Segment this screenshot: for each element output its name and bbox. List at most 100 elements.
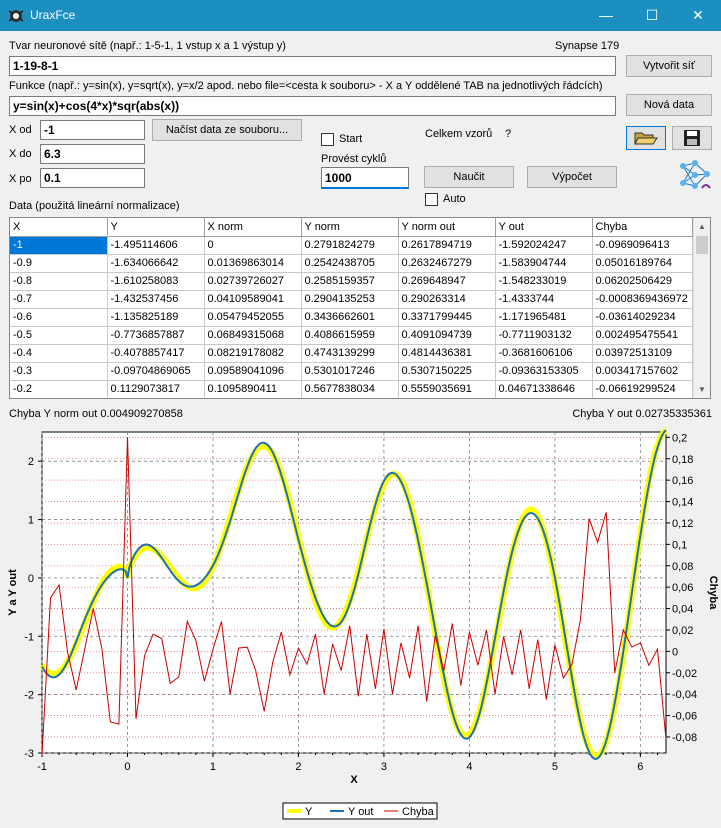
table-cell[interactable]: -0.8 — [10, 272, 108, 291]
table-cell[interactable]: 0.08219178082 — [204, 344, 302, 363]
table-scrollbar[interactable]: ▲ ▼ — [693, 218, 710, 398]
column-header[interactable]: Chyba — [592, 218, 693, 237]
save-file-button[interactable] — [672, 126, 712, 150]
learn-button[interactable]: Naučit — [424, 166, 514, 188]
table-cell[interactable]: -1.592024247 — [495, 236, 593, 255]
table-cell[interactable]: -1.432537456 — [107, 290, 205, 309]
table-cell[interactable]: 0.002495475541 — [592, 326, 693, 345]
column-header[interactable]: Y — [107, 218, 205, 237]
data-grid[interactable]: XYX norm Y norm Y norm out Y out Chyba -1 -1.… — [9, 217, 711, 399]
cycles-input[interactable]: 1000 — [321, 167, 409, 189]
scroll-up-icon[interactable]: ▲ — [694, 218, 710, 235]
table-cell[interactable]: 0.4091094739 — [398, 326, 496, 345]
table-cell[interactable]: -0.2 — [10, 380, 108, 398]
table-cell[interactable]: 0.3436662601 — [301, 308, 399, 327]
start-checkbox[interactable] — [321, 133, 334, 146]
create-network-button[interactable]: Vytvořit síť — [626, 55, 712, 77]
table-cell[interactable]: -1 — [10, 236, 108, 255]
minimize-button[interactable]: — — [583, 0, 629, 31]
topology-input[interactable]: 1-19-8-1 — [9, 56, 616, 76]
table-row[interactable]: -0.3 -0.09704869065 0.09589041096 0.5301017… — [10, 362, 693, 381]
maximize-button[interactable]: ☐ — [629, 0, 675, 31]
table-cell[interactable]: 0.02739726027 — [204, 272, 302, 291]
table-cell[interactable]: 0.2585159357 — [301, 272, 399, 291]
column-header[interactable]: Y out — [495, 218, 593, 237]
table-cell[interactable]: 0.2617894719 — [398, 236, 496, 255]
load-data-button[interactable]: Načíst data ze souboru... — [152, 119, 302, 141]
auto-checkbox[interactable] — [425, 193, 438, 206]
table-cell[interactable]: -1.634066642 — [107, 254, 205, 273]
table-cell[interactable]: 0.5307150225 — [398, 362, 496, 381]
table-row[interactable]: -0.4 -0.4078857417 0.08219178082 0.47431392… — [10, 344, 693, 363]
x-to-input[interactable]: 6.3 — [40, 144, 145, 164]
table-row[interactable]: -0.9 -1.634066642 0.01369863014 0.254243870… — [10, 254, 693, 273]
table-cell[interactable]: -0.7736857887 — [107, 326, 205, 345]
table-cell[interactable]: 0.1129073817 — [107, 380, 205, 398]
table-cell[interactable]: -1.171965481 — [495, 308, 593, 327]
table-cell[interactable]: 0.003417157602 — [592, 362, 693, 381]
x-step-input[interactable]: 0.1 — [40, 168, 145, 188]
table-cell[interactable]: 0.04671338646 — [495, 380, 593, 398]
scroll-thumb[interactable] — [696, 236, 708, 254]
table-cell[interactable]: 0.03972513109 — [592, 344, 693, 363]
table-cell[interactable]: -1.583904744 — [495, 254, 593, 273]
table-cell[interactable]: -0.3 — [10, 362, 108, 381]
table-row[interactable]: -0.5 -0.7736857887 0.06849315068 0.40866159… — [10, 326, 693, 345]
table-cell[interactable]: -0.7 — [10, 290, 108, 309]
table-cell[interactable]: 0.3371799445 — [398, 308, 496, 327]
table-row[interactable]: -0.8 -1.610258083 0.02739726027 0.258515935… — [10, 272, 693, 291]
table-cell[interactable]: 0.06849315068 — [204, 326, 302, 345]
table-cell[interactable]: 0.4086615959 — [301, 326, 399, 345]
table-cell[interactable]: -1.610258083 — [107, 272, 205, 291]
table-cell[interactable]: 0.2632467279 — [398, 254, 496, 273]
table-cell[interactable]: -0.0008369436972 — [592, 290, 693, 309]
table-row[interactable]: -1 -1.495114606 0 0.2791824279 0.2617894719-… — [10, 236, 693, 255]
table-cell[interactable]: 0 — [204, 236, 302, 255]
table-cell[interactable]: 0.290263314 — [398, 290, 496, 309]
open-file-button[interactable] — [626, 126, 666, 150]
table-cell[interactable]: -0.5 — [10, 326, 108, 345]
column-header[interactable]: Y norm — [301, 218, 399, 237]
table-cell[interactable]: 0.09589041096 — [204, 362, 302, 381]
table-cell[interactable]: -1.135825189 — [107, 308, 205, 327]
table-cell[interactable]: -0.06619299524 — [592, 380, 693, 398]
table-cell[interactable]: -0.9 — [10, 254, 108, 273]
new-data-button[interactable]: Nová data — [626, 94, 712, 116]
table-row[interactable]: -0.6 -1.135825189 0.05479452055 0.343666260… — [10, 308, 693, 327]
table-cell[interactable]: -0.7711903132 — [495, 326, 593, 345]
table-cell[interactable]: -0.4 — [10, 344, 108, 363]
table-cell[interactable]: -0.09704869065 — [107, 362, 205, 381]
table-cell[interactable]: 0.05016189764 — [592, 254, 693, 273]
table-cell[interactable]: 0.2542438705 — [301, 254, 399, 273]
column-header[interactable]: X — [10, 218, 108, 237]
table-cell[interactable]: 0.2904135253 — [301, 290, 399, 309]
table-cell[interactable]: 0.5559035691 — [398, 380, 496, 398]
table-cell[interactable]: 0.1095890411 — [204, 380, 302, 398]
scroll-down-icon[interactable]: ▼ — [694, 381, 710, 398]
table-cell[interactable]: 0.4743139299 — [301, 344, 399, 363]
table-cell[interactable]: -0.3681606106 — [495, 344, 593, 363]
column-header[interactable]: X norm — [204, 218, 302, 237]
compute-button[interactable]: Výpočet — [527, 166, 617, 188]
table-cell[interactable]: -0.4078857417 — [107, 344, 205, 363]
table-cell[interactable]: 0.5301017246 — [301, 362, 399, 381]
table-cell[interactable]: 0.5677838034 — [301, 380, 399, 398]
close-button[interactable]: ✕ — [675, 0, 721, 31]
x-from-input[interactable]: -1 — [40, 120, 145, 140]
table-cell[interactable]: 0.269648947 — [398, 272, 496, 291]
table-cell[interactable]: 0.2791824279 — [301, 236, 399, 255]
function-input[interactable]: y=sin(x)+cos(4*x)*sqr(abs(x)) — [9, 96, 616, 116]
table-cell[interactable]: -0.09363153305 — [495, 362, 593, 381]
table-row[interactable]: -0.7 -1.432537456 0.04109589041 0.290413525… — [10, 290, 693, 309]
table-cell[interactable]: -1.548233019 — [495, 272, 593, 291]
table-cell[interactable]: 0.01369863014 — [204, 254, 302, 273]
table-cell[interactable]: -0.0969096413 — [592, 236, 693, 255]
table-row[interactable]: -0.2 0.1129073817 0.1095890411 0.5677838034… — [10, 380, 693, 398]
table-cell[interactable]: -0.03614029234 — [592, 308, 693, 327]
table-cell[interactable]: -1.4333744 — [495, 290, 593, 309]
table-cell[interactable]: 0.04109589041 — [204, 290, 302, 309]
table-cell[interactable]: 0.06202506429 — [592, 272, 693, 291]
table-cell[interactable]: -1.495114606 — [107, 236, 205, 255]
column-header[interactable]: Y norm out — [398, 218, 496, 237]
table-cell[interactable]: -0.6 — [10, 308, 108, 327]
